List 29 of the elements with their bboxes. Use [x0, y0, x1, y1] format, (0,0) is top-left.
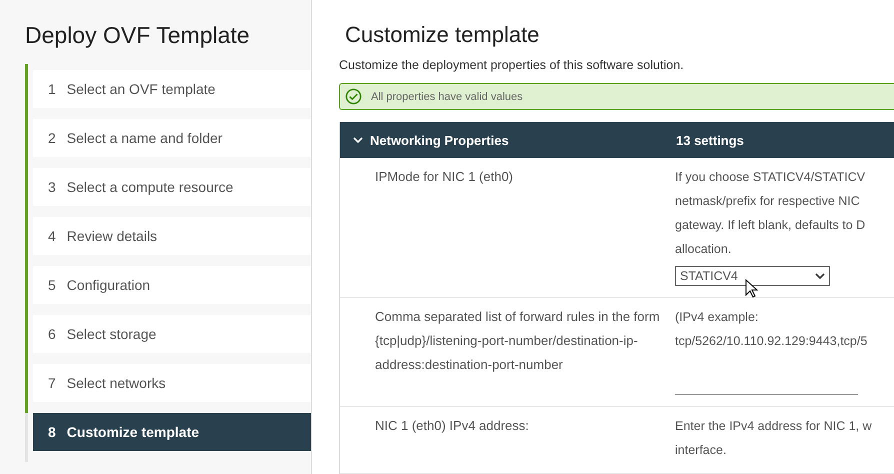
property-description: If you choose STATICV4/STATICV: [675, 169, 866, 186]
wizard-step[interactable]: 7 Select networks: [33, 364, 311, 402]
page-title: Customize template: [345, 22, 540, 48]
property-label: IPMode for NIC 1 (eth0): [375, 168, 514, 186]
property-label: NIC 1 (eth0) IPv4 address:: [375, 417, 530, 435]
settings-count: 13 settings: [676, 132, 744, 148]
property-description: allocation.: [675, 241, 732, 258]
section-title: Networking Properties: [370, 132, 510, 148]
wizard-step[interactable]: 1 Select an OVF template: [33, 70, 311, 108]
property-description: (IPv4 example:: [675, 309, 760, 326]
property-label: Comma separated list of forward rules in the form {tcp|udp}/listening-port-number/destination-ip-address:destination-port-number: [375, 308, 661, 374]
property-description: tcp/5262/10.110.92.129:9443,tcp/5: [675, 333, 868, 350]
wizard-step[interactable]: 6 Select storage: [33, 315, 311, 353]
property-description: interface.: [675, 442, 728, 459]
wizard-step[interactable]: 8 Customize template: [33, 413, 311, 451]
check-circle-icon: [345, 88, 362, 105]
wizard-step[interactable]: 2 Select a name and folder: [33, 119, 311, 157]
page-subtitle: Customize the deployment properties of this software solution.: [339, 58, 685, 72]
property-description: Enter the IPv4 address for NIC 1, w: [675, 418, 872, 435]
wizard-title: Deploy OVF Template: [25, 22, 251, 49]
property-description: gateway. If left blank, defaults to D: [675, 217, 866, 234]
property-description: netmask/prefix for respective NIC: [675, 193, 861, 210]
wizard-step[interactable]: 4 Review details: [33, 217, 311, 255]
chevron-icon[interactable]: [353, 135, 363, 145]
wizard-step[interactable]: 5 Configuration: [33, 266, 311, 304]
chevron-down-icon: [815, 272, 825, 280]
wizard-step[interactable]: 3 Select a compute resource: [33, 168, 311, 206]
mouse-cursor-icon: [745, 279, 759, 299]
alert-text: All properties have valid values: [371, 90, 523, 102]
